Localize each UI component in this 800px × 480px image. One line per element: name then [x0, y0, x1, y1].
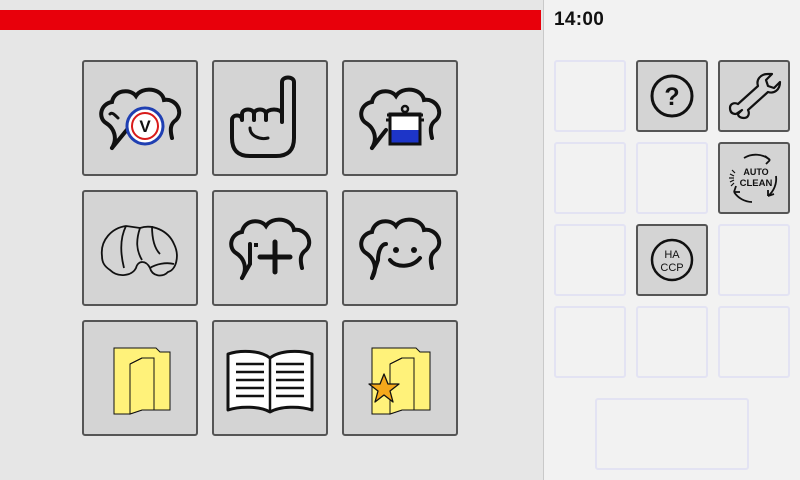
cooking-in-water-button[interactable]	[342, 60, 458, 176]
manual-cooking-button[interactable]: V	[82, 60, 198, 176]
help-button[interactable]: ?	[636, 60, 708, 132]
status-bar	[0, 10, 541, 30]
verified-badge: V	[139, 117, 151, 136]
autoclean-icon: AUTO CLEAN	[729, 153, 778, 203]
autoclean-line1: AUTO	[743, 167, 768, 177]
help-label: ?	[664, 83, 679, 111]
side-slot-empty	[718, 306, 790, 378]
touch-mode-button[interactable]	[212, 60, 328, 176]
haccp-line2: CCP	[660, 262, 683, 274]
side-slot-empty	[554, 224, 626, 296]
folder-star-icon	[368, 347, 431, 415]
help-icon: ?	[650, 74, 694, 118]
croissant-icon	[100, 225, 178, 277]
wrench-icon	[728, 72, 782, 120]
side-slot-wide-empty	[595, 398, 749, 470]
bakery-button[interactable]	[82, 190, 198, 306]
haccp-line1: HA	[664, 249, 680, 261]
chef-hat-verified-icon: V	[99, 87, 182, 150]
side-slot-empty	[636, 306, 708, 378]
cookbook-button[interactable]	[212, 320, 328, 436]
hand-pointing-icon	[230, 75, 296, 158]
side-slot-empty	[554, 60, 626, 132]
side-slot-empty	[718, 224, 790, 296]
side-slot-empty	[554, 306, 626, 378]
new-recipe-button[interactable]	[212, 190, 328, 306]
programs-folder-button[interactable]	[82, 320, 198, 436]
haccp-button[interactable]: HA CCP	[636, 224, 708, 296]
chef-hat-pot-icon	[359, 87, 442, 150]
autoclean-button[interactable]: AUTO CLEAN	[718, 142, 790, 214]
autoclean-line2: CLEAN	[740, 178, 773, 189]
chef-hat-smile-icon	[359, 217, 442, 280]
side-slot-empty	[636, 142, 708, 214]
my-recipes-button[interactable]	[342, 190, 458, 306]
open-book-icon	[226, 349, 314, 414]
service-button[interactable]	[718, 60, 790, 132]
chef-hat-plus-icon	[229, 217, 312, 280]
clock: 14:00	[554, 9, 605, 30]
folder-icon	[113, 347, 171, 415]
haccp-icon: HA CCP	[650, 238, 694, 282]
favorites-folder-button[interactable]	[342, 320, 458, 436]
side-slot-empty	[554, 142, 626, 214]
